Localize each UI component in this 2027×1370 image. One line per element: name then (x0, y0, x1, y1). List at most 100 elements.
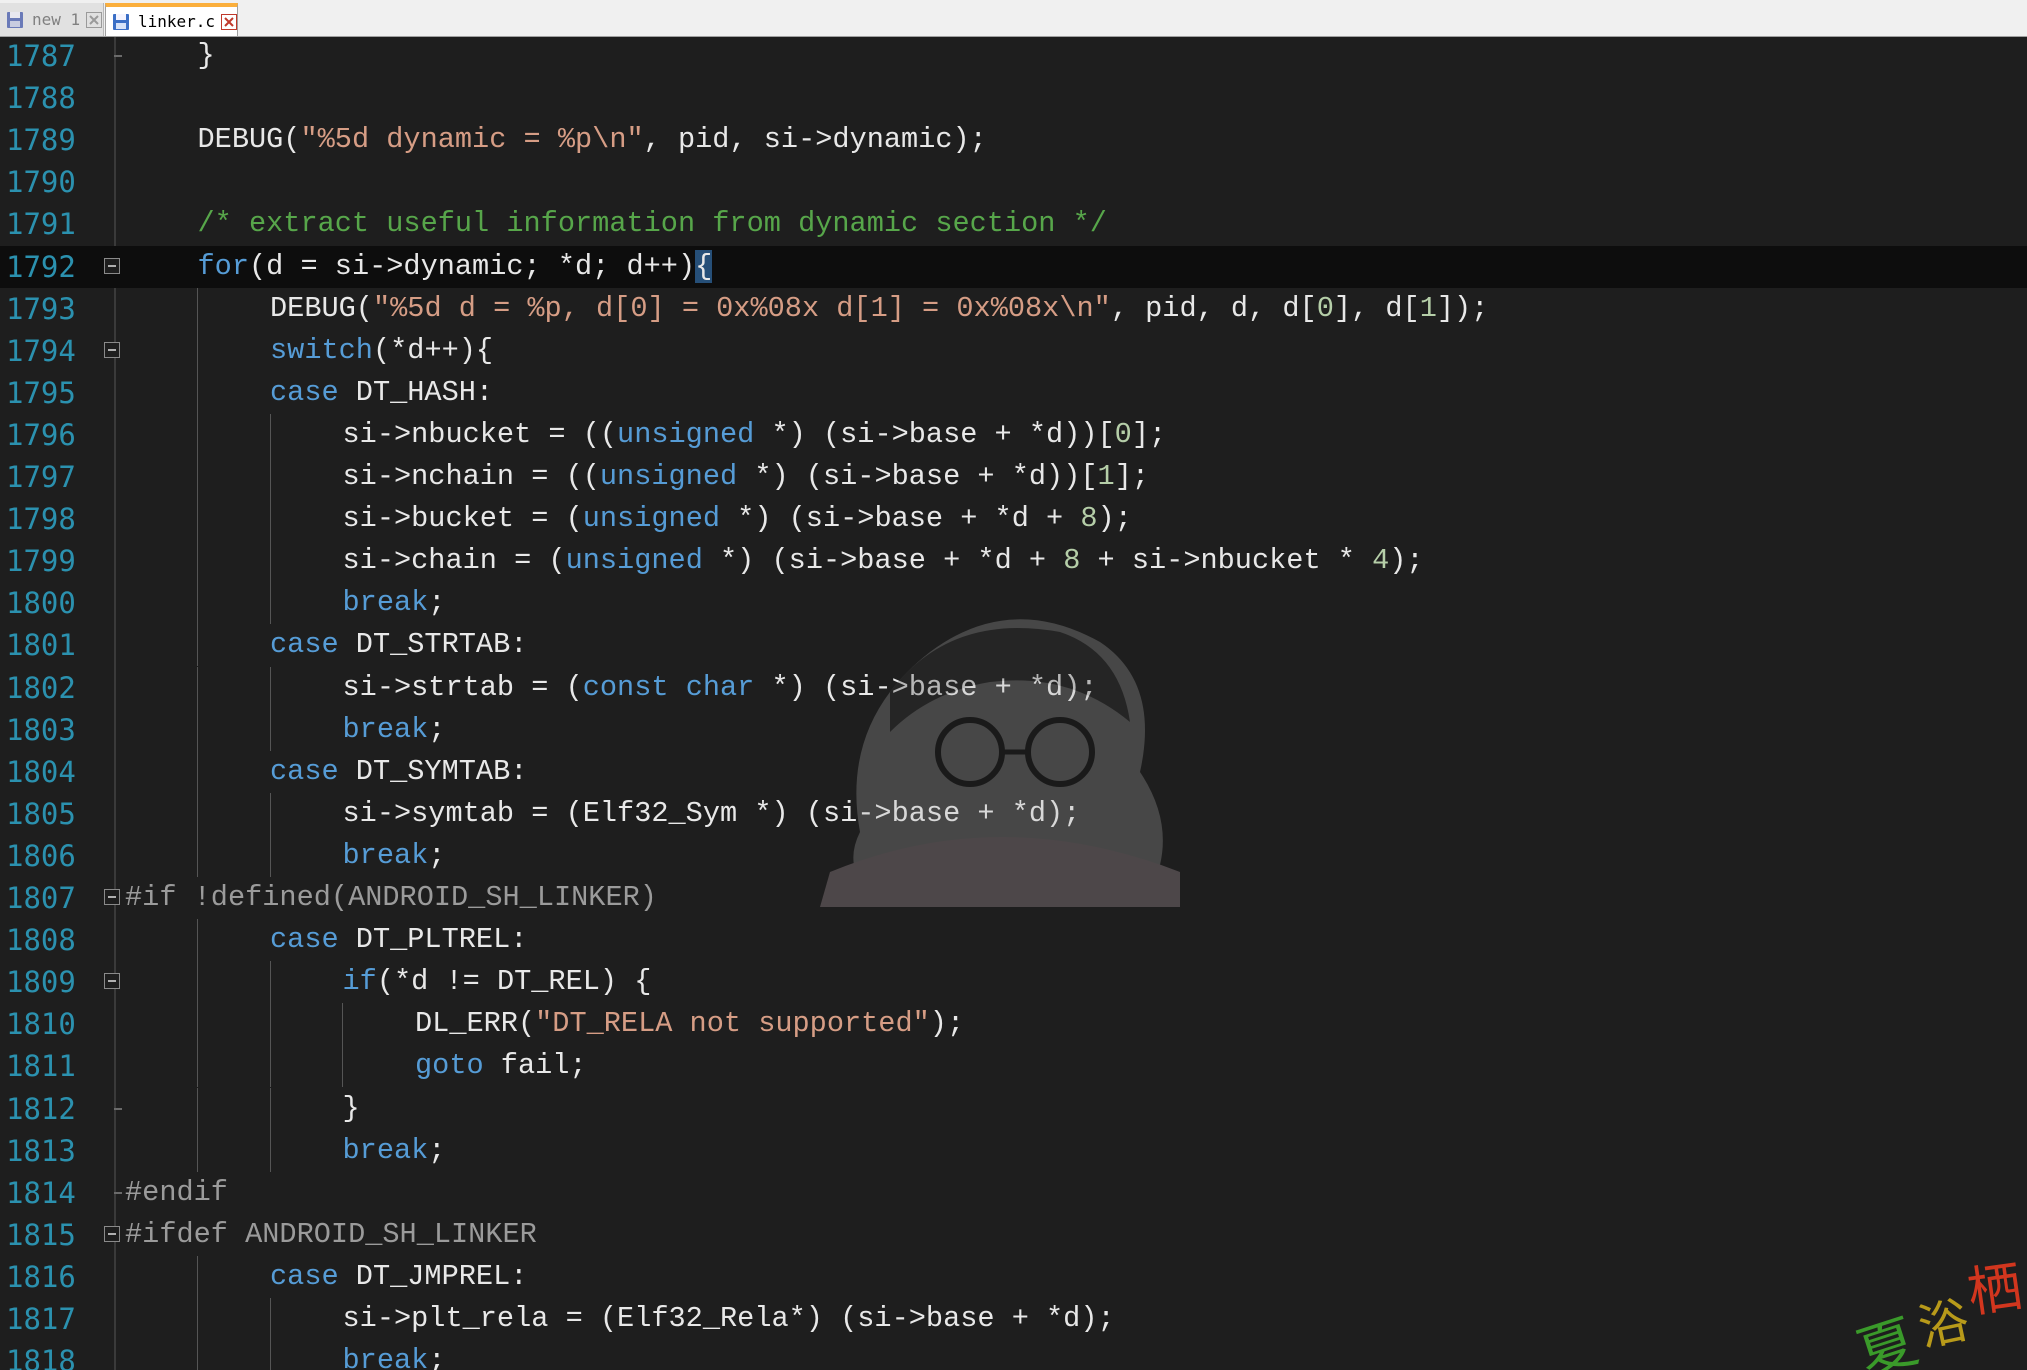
code-text[interactable]: si->chain = (unsigned *) (si->base + *d … (343, 540, 1424, 582)
code-line[interactable]: 1817 si->plt_rela = (Elf32_Rela*) (si->ba… (0, 1298, 2027, 1340)
code-line[interactable]: 1800 break; (0, 582, 2027, 625)
code-line[interactable]: 1799 si->chain = (unsigned *) (si->base +… (0, 540, 2027, 583)
code-line[interactable]: 1793 DEBUG("%5d d = %p, d[0] = 0x%08x d[1… (0, 287, 2027, 330)
line-number: 1795 (6, 375, 76, 410)
code-text[interactable]: #ifdef ANDROID_SH_LINKER (125, 1214, 537, 1256)
fold-toggle-icon[interactable] (104, 257, 120, 274)
code-line[interactable]: 1798 si->bucket = (unsigned *) (si->base … (0, 498, 2027, 541)
code-line[interactable]: 1804 case DT_SYMTAB: (0, 750, 2027, 793)
code-text[interactable]: } (198, 37, 215, 77)
line-number: 1804 (6, 754, 76, 789)
indent-guide (269, 666, 271, 709)
code-token: ; (428, 838, 446, 872)
code-token: /* extract useful information from dynam… (197, 207, 1107, 241)
code-line[interactable]: 1794 switch(*d++){ (0, 329, 2027, 372)
code-token: switch (270, 333, 373, 367)
code-line[interactable]: 1792 for(d = si->dynamic; *d; d++){ (0, 245, 2027, 288)
tab-new-1[interactable]: new 1 (0, 3, 104, 36)
indent-guide (197, 540, 198, 583)
fold-toggle-icon[interactable] (104, 1225, 120, 1242)
code-token: , pid, d, d[ (1110, 291, 1317, 325)
code-token: case (270, 923, 339, 957)
code-token: DL_ERR( (415, 1007, 536, 1041)
indent-guide (269, 792, 271, 835)
indent-guide (197, 624, 198, 667)
code-text[interactable]: switch(*d++){ (270, 330, 493, 372)
code-line[interactable]: 1818 break; (0, 1340, 2027, 1370)
code-text[interactable]: break; (343, 709, 446, 751)
code-text[interactable]: break; (343, 1130, 446, 1172)
code-text[interactable]: break; (343, 835, 446, 877)
code-token: 8 (1063, 544, 1081, 578)
tab-linker-c[interactable]: linker.c (105, 3, 238, 36)
code-text[interactable]: case DT_PLTREL: (270, 919, 527, 961)
line-number: 1793 (6, 291, 76, 326)
code-text[interactable]: break; (343, 1340, 446, 1370)
code-token: ]; (1131, 417, 1167, 451)
code-line[interactable]: 1808 case DT_PLTREL: (0, 919, 2027, 962)
code-text[interactable]: case DT_STRTAB: (270, 624, 527, 666)
code-line[interactable]: 1789 DEBUG("%5d dynamic = %p\n", pid, si-… (0, 119, 2027, 161)
code-token: DT_JMPREL: (338, 1259, 528, 1293)
code-line[interactable]: 1815 #ifdef ANDROID_SH_LINKER (0, 1214, 2027, 1256)
indent-guide (197, 666, 198, 709)
close-icon[interactable] (221, 13, 238, 30)
code-line[interactable]: 1801 case DT_STRTAB: (0, 624, 2027, 667)
code-line[interactable]: 1805 si->symtab = (Elf32_Sym *) (si->base… (0, 792, 2027, 835)
code-token: ], d[ (1333, 291, 1420, 325)
code-text[interactable]: #endif (125, 1172, 228, 1214)
code-line[interactable]: 1791 /* extract useful information from d… (0, 203, 2027, 245)
code-line[interactable]: 1787} (0, 37, 2027, 77)
code-line[interactable]: 1814 #endif (0, 1172, 2027, 1214)
code-text[interactable]: DEBUG("%5d dynamic = %p\n", pid, si->dyn… (198, 119, 987, 161)
code-text[interactable]: /* extract useful information from dynam… (198, 203, 1107, 245)
fold-toggle-icon[interactable] (104, 889, 120, 905)
code-text[interactable]: si->plt_rela = (Elf32_Rela*) (si->base +… (343, 1298, 1115, 1340)
code-text[interactable]: si->nbucket = ((unsigned *) (si->base + … (343, 414, 1167, 456)
code-line[interactable]: 1811 goto fail; (0, 1045, 2027, 1088)
code-editor[interactable]: 1787} 1788 1789 DEBUG("%5d dynamic = %p\n",… (0, 37, 2027, 1370)
code-line[interactable]: 1803 break; (0, 708, 2027, 751)
code-line[interactable]: 1816 case DT_JMPREL: (0, 1255, 2027, 1298)
code-text[interactable]: DL_ERR("DT_RELA not supported"); (415, 1003, 964, 1045)
code-line[interactable]: 1797 si->nchain = ((unsigned *) (si->base… (0, 456, 2027, 498)
code-text[interactable]: case DT_JMPREL: (270, 1256, 527, 1298)
code-text[interactable]: si->bucket = (unsigned *) (si->base + *d… (343, 498, 1132, 540)
indent-guide (197, 329, 198, 372)
code-text[interactable]: DEBUG("%5d d = %p, d[0] = 0x%08x d[1] = … (270, 288, 1488, 330)
line-number: 1791 (6, 207, 76, 242)
code-text[interactable]: if(*d != DT_REL) { (343, 961, 652, 1003)
code-line[interactable]: 1802 si->strtab = (const char *) (si->bas… (0, 666, 2027, 709)
code-token: si->nbucket = (( (342, 417, 618, 451)
code-text[interactable]: break; (343, 582, 446, 624)
code-line[interactable]: 1813 break; (0, 1129, 2027, 1172)
code-line[interactable]: 1809 if(*d != DT_REL) { (0, 961, 2027, 1004)
code-text[interactable]: si->symtab = (Elf32_Sym *) (si->base + *… (343, 793, 1081, 835)
code-text[interactable]: si->strtab = (const char *) (si->base + … (343, 667, 1098, 709)
line-number: 1794 (6, 333, 76, 368)
code-line[interactable]: 1796 si->nbucket = ((unsigned *) (si->bas… (0, 413, 2027, 456)
code-line[interactable]: 1788 (0, 77, 2027, 119)
indent-guide (269, 456, 271, 498)
indent-guide (269, 708, 271, 751)
code-line[interactable]: 1806 break; (0, 834, 2027, 877)
indent-guide (197, 582, 198, 625)
code-line[interactable]: 1807 #if !defined(ANDROID_SH_LINKER) (0, 877, 2027, 919)
code-line[interactable]: 1810 DL_ERR("DT_RELA not supported"); (0, 1003, 2027, 1046)
code-text[interactable]: goto fail; (415, 1045, 587, 1087)
code-line[interactable]: 1790 (0, 161, 2027, 203)
code-line[interactable]: 1795 case DT_HASH: (0, 371, 2027, 414)
code-text[interactable]: for(d = si->dynamic; *d; d++){ (198, 246, 713, 288)
close-icon[interactable] (86, 11, 103, 28)
code-text[interactable]: #if !defined(ANDROID_SH_LINKER) (125, 877, 657, 919)
code-line[interactable]: 1812} (0, 1087, 2027, 1130)
code-token: #if !defined(ANDROID_SH_LINKER) (125, 881, 657, 914)
fold-toggle-icon[interactable] (104, 973, 120, 990)
fold-toggle-icon[interactable] (104, 341, 120, 358)
code-text[interactable]: si->nchain = ((unsigned *) (si->base + *… (343, 456, 1150, 498)
code-text[interactable]: case DT_SYMTAB: (270, 751, 527, 793)
code-token: DEBUG( (270, 291, 373, 325)
code-text[interactable]: case DT_HASH: (270, 372, 493, 414)
code-text[interactable]: } (343, 1088, 360, 1130)
code-token: *) (si->base + *d))[ (754, 417, 1115, 451)
